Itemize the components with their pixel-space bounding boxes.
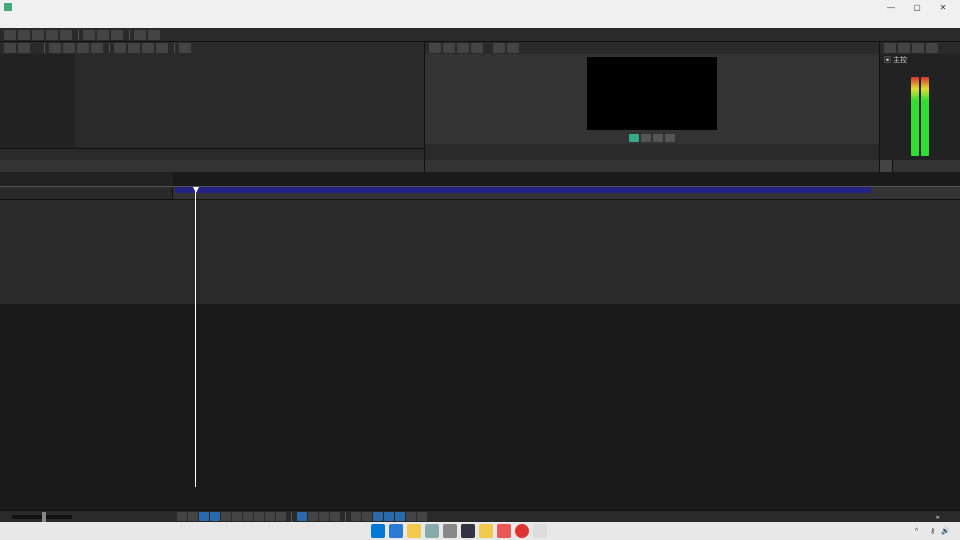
maximize-button[interactable]: ▢ [904, 3, 930, 12]
tb-open[interactable] [18, 30, 30, 40]
explorer-toolbar [0, 42, 424, 54]
mb-dim[interactable] [912, 43, 924, 53]
taskbar-app4[interactable] [533, 524, 547, 538]
mb-solo[interactable] [898, 43, 910, 53]
tp-start[interactable] [243, 512, 253, 521]
exp-import[interactable] [4, 43, 16, 53]
tool-normal[interactable] [297, 512, 307, 521]
media-file-grid [75, 54, 424, 148]
pv-split[interactable] [471, 43, 483, 53]
tb-save[interactable] [32, 30, 44, 40]
master-bus-panel: ▣ 主控 [880, 42, 960, 172]
windows-taskbar: ^ ⚷ 🔊 [0, 522, 960, 540]
exp-refresh[interactable] [91, 43, 103, 53]
loop-region[interactable] [175, 187, 871, 193]
video-preview [587, 57, 717, 130]
transport-bar [177, 512, 936, 522]
pv-play[interactable] [629, 134, 639, 142]
pv-stop[interactable] [653, 134, 663, 142]
exp-v1[interactable] [114, 43, 126, 53]
tb-props[interactable] [60, 30, 72, 40]
pv-pause[interactable] [641, 134, 651, 142]
timeline-ruler[interactable] [173, 187, 960, 199]
pv-ext[interactable] [443, 43, 455, 53]
exp-props[interactable] [63, 43, 75, 53]
app-icon [4, 3, 12, 11]
pv-snap[interactable] [507, 43, 519, 53]
tool-sel[interactable] [319, 512, 329, 521]
video-preview-panel [425, 42, 880, 172]
tab-master-bus[interactable] [880, 160, 893, 172]
tb-redo[interactable] [148, 30, 160, 40]
auto-ripple[interactable] [362, 512, 372, 521]
explorer-tabs [0, 160, 424, 172]
exp-remove[interactable] [49, 43, 61, 53]
snap-toggle[interactable] [351, 512, 361, 521]
tray-vol-icon[interactable]: 🔊 [941, 527, 950, 535]
meter-left [911, 77, 919, 156]
project-media-panel [0, 42, 425, 172]
tool-env[interactable] [308, 512, 318, 521]
mb-mute[interactable] [884, 43, 896, 53]
tb-undo[interactable] [134, 30, 146, 40]
taskbar-app3[interactable] [497, 524, 511, 538]
main-toolbar [0, 28, 960, 42]
tp-record[interactable] [177, 512, 187, 521]
taskbar-app1[interactable] [425, 524, 439, 538]
auto-save[interactable] [395, 512, 405, 521]
pv-props[interactable] [429, 43, 441, 53]
exp-v3[interactable] [142, 43, 154, 53]
exp-capture[interactable] [18, 43, 30, 53]
auto-xfade[interactable] [373, 512, 383, 521]
tp-next[interactable] [276, 512, 286, 521]
preview-transport [425, 132, 879, 144]
tp-play[interactable] [210, 512, 220, 521]
ignore-group[interactable] [417, 512, 427, 521]
close-button[interactable]: ✕ [930, 3, 956, 12]
tray-chevron[interactable]: ^ [915, 528, 918, 535]
tb-render[interactable] [46, 30, 58, 40]
timeline-empty[interactable] [0, 200, 960, 304]
master-label: ▣ 主控 [880, 54, 960, 64]
tray-wifi-icon[interactable]: ⚷ [930, 527, 935, 535]
quant-frames[interactable] [384, 512, 394, 521]
exp-search[interactable] [179, 43, 191, 53]
start-button[interactable] [371, 524, 385, 538]
tp-stop[interactable] [232, 512, 242, 521]
mb-dl[interactable] [926, 43, 938, 53]
menubar [0, 14, 960, 28]
lock-env[interactable] [406, 512, 416, 521]
explorer-status [0, 148, 424, 160]
tp-pause[interactable] [221, 512, 231, 521]
tp-prev[interactable] [265, 512, 275, 521]
marker-bar[interactable] [173, 172, 960, 186]
tb-cut[interactable] [83, 30, 95, 40]
minimize-button[interactable]: — [878, 3, 904, 12]
tp-play-start[interactable] [199, 512, 209, 521]
pv-fx[interactable] [457, 43, 469, 53]
tool-zoom[interactable] [330, 512, 340, 521]
pv-menu[interactable] [665, 134, 675, 142]
exp-v2[interactable] [128, 43, 140, 53]
exp-fx[interactable] [77, 43, 89, 53]
rate-slider[interactable] [12, 515, 72, 519]
tp-loop[interactable] [188, 512, 198, 521]
playhead[interactable] [195, 187, 196, 487]
pv-overlay[interactable] [493, 43, 505, 53]
tp-end[interactable] [254, 512, 264, 521]
taskbar-app2[interactable] [479, 524, 493, 538]
tb-new[interactable] [4, 30, 16, 40]
taskbar-rec[interactable] [515, 524, 529, 538]
taskbar-explorer[interactable] [407, 524, 421, 538]
tb-paste[interactable] [111, 30, 123, 40]
media-tree [0, 54, 75, 148]
taskbar-vegas[interactable] [461, 524, 475, 538]
taskbar-settings[interactable] [443, 524, 457, 538]
meter-right [921, 77, 929, 156]
taskbar-edge[interactable] [389, 524, 403, 538]
exp-v4[interactable] [156, 43, 168, 53]
tb-copy[interactable] [97, 30, 109, 40]
